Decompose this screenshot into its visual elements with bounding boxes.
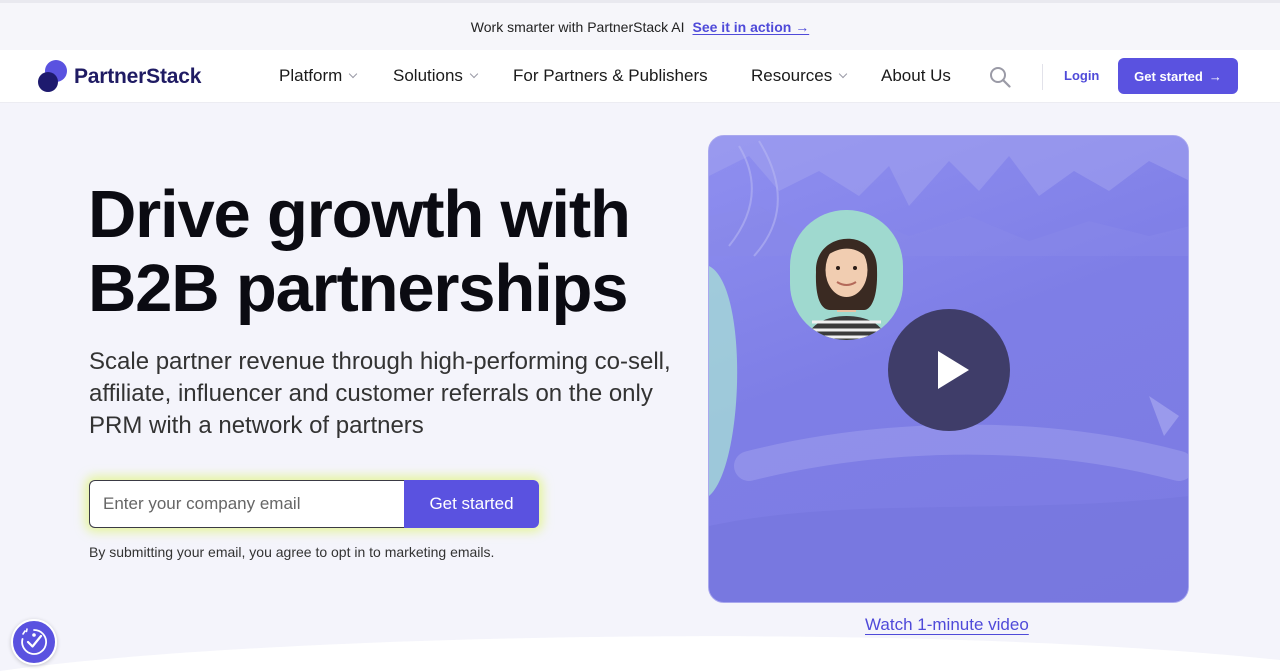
chevron-down-icon <box>349 69 358 79</box>
hero-subtitle: Scale partner revenue through high-perfo… <box>89 348 671 439</box>
nav-get-started-button[interactable]: Get started → <box>1118 58 1238 94</box>
company-email-input[interactable] <box>89 480 404 528</box>
email-signup-form: Get started <box>89 480 539 528</box>
play-icon <box>937 351 969 389</box>
nav-item-label: For Partners & Publishers <box>513 66 708 85</box>
nav-item-label: About Us <box>881 66 951 85</box>
hero-title: Drive growth with B2B partnerships <box>88 178 708 326</box>
accessibility-check-icon <box>21 628 47 655</box>
hero-title-line-2: B2B partnerships <box>88 251 628 326</box>
nav-item-solutions[interactable]: Solutions <box>393 66 479 86</box>
hero-get-started-button[interactable]: Get started <box>404 480 539 528</box>
announcement-bar: Work smarter with PartnerStack AI See it… <box>0 0 1280 50</box>
presenter-avatar <box>790 210 903 340</box>
see-it-in-action-link[interactable]: See it in action → <box>693 19 810 35</box>
nav-item-resources[interactable]: Resources <box>751 66 848 86</box>
nav-cta-label: Get started <box>1134 68 1203 84</box>
logo-mark-icon <box>38 60 68 93</box>
main-nav: PartnerStack Platform Solutions For Part… <box>0 50 1280 103</box>
announcement-text: Work smarter with PartnerStack AI <box>470 18 685 35</box>
partnerstack-logo[interactable]: PartnerStack <box>38 60 201 93</box>
login-link[interactable]: Login <box>1064 68 1099 83</box>
play-button[interactable] <box>888 309 1010 431</box>
logo-text: PartnerStack <box>74 64 202 88</box>
arrow-right-icon: → <box>1208 68 1222 84</box>
nav-item-label: Resources <box>751 66 833 85</box>
hero-title-line-1: Drive growth with <box>88 177 631 252</box>
bottom-wave-decoration <box>0 636 1280 671</box>
chevron-down-icon <box>839 69 848 79</box>
nav-item-platform[interactable]: Platform <box>279 66 358 86</box>
search-icon[interactable] <box>989 66 1011 88</box>
nav-item-about-us[interactable]: About Us <box>881 66 951 86</box>
chevron-down-icon <box>469 69 479 79</box>
video-card[interactable] <box>708 135 1189 603</box>
nav-divider <box>1042 64 1043 90</box>
email-disclaimer: By submitting your email, you agree to o… <box>89 544 495 560</box>
accessibility-widget-button[interactable] <box>11 619 57 665</box>
nav-item-label: Platform <box>279 66 343 85</box>
nav-item-label: Solutions <box>393 66 463 85</box>
nav-item-partners-publishers[interactable]: For Partners & Publishers <box>513 66 708 86</box>
